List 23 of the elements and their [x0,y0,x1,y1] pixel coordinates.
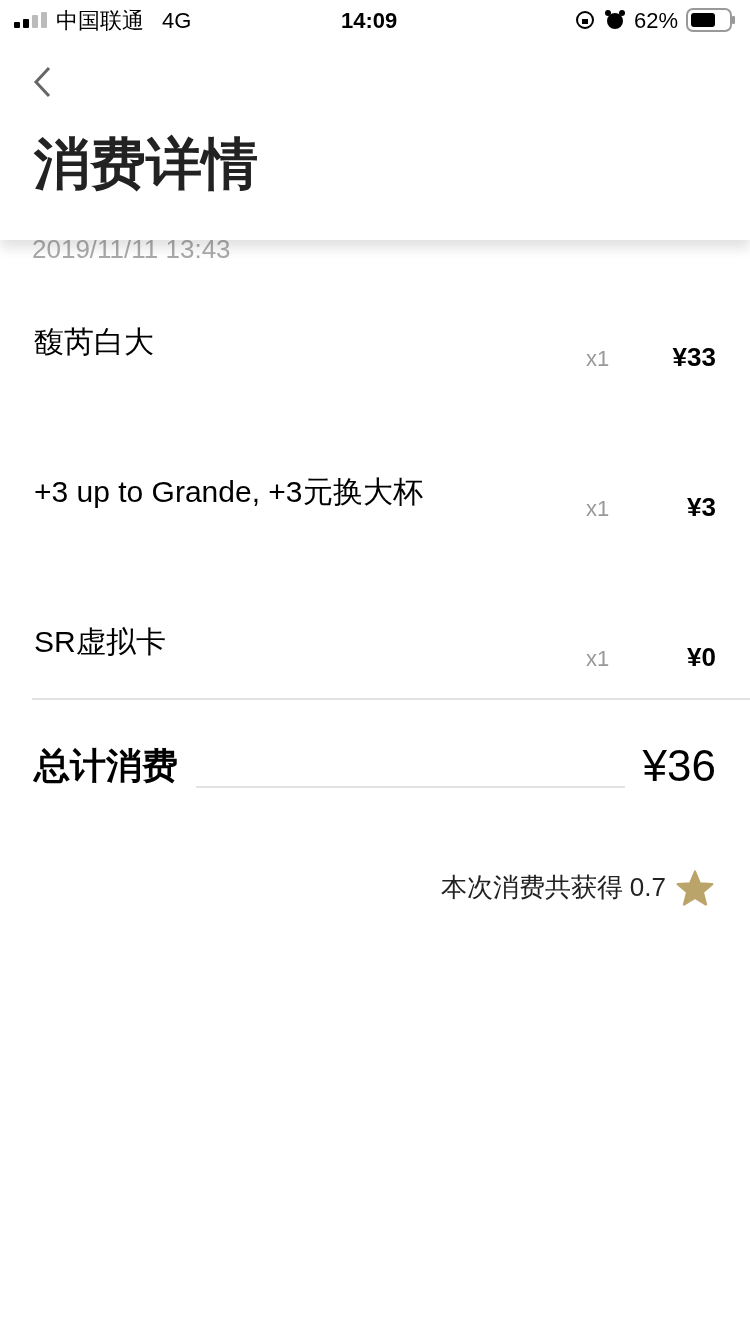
item-name: 馥芮白大 [34,324,155,360]
signal-icon [14,12,48,28]
alarm-icon [603,9,626,31]
order-date: 2019/11/11 13:43 [32,234,231,264]
total-label: 总计消费 [34,744,178,788]
page-title: 消费详情 [34,132,258,196]
clock-time: 14:09 [341,6,398,35]
star-icon [676,869,714,906]
battery-icon [686,8,736,32]
item-quantity: x1 [586,345,611,373]
item-name: SR虚拟卡 [34,624,167,660]
item-name: +3 up to Grande, +3元换大杯 [34,474,424,510]
item-quantity: x1 [586,645,611,673]
reward-text: 本次消费共获得 0.7 [440,871,666,904]
battery-percent: 62% [633,6,678,35]
item-quantity: x1 [586,495,611,523]
item-price: ¥33 [671,341,716,374]
carrier-name: 中国联通 [56,6,144,35]
item-price: ¥0 [686,641,716,674]
network-type: 4G [162,6,192,35]
rotation-lock-icon [573,9,596,31]
item-price: ¥3 [686,491,716,524]
total-amount: ¥36 [642,742,716,790]
